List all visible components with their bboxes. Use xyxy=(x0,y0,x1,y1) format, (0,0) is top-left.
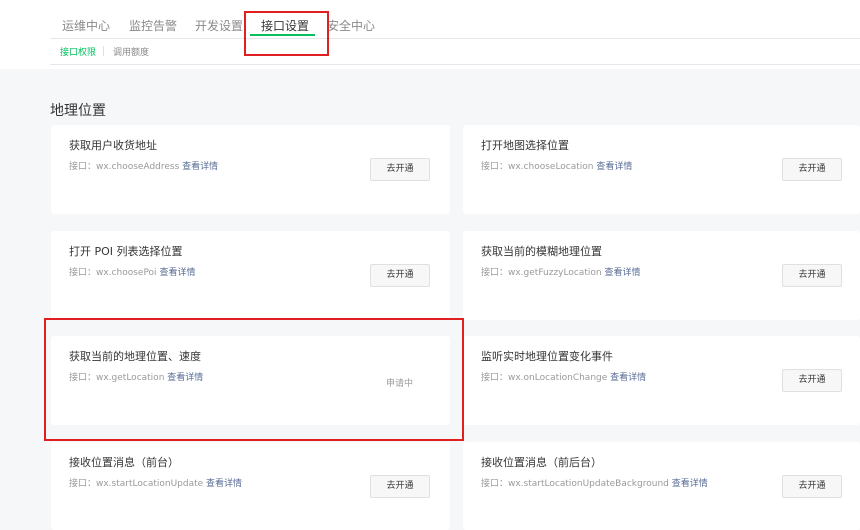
api-name: 接口：wx.startLocationUpdateBackground xyxy=(481,479,669,489)
enable-button[interactable]: 去开通 xyxy=(782,369,842,392)
api-name: 接口：wx.chooseLocation xyxy=(481,162,594,172)
api-interface: 接口：wx.getFuzzyLocation 查看详情 xyxy=(481,265,640,278)
tab-monitoring-alerts[interactable]: 监控告警 xyxy=(129,17,177,34)
api-interface: 接口：wx.chooseAddress 查看详情 xyxy=(69,159,218,172)
subtab-api-permissions[interactable]: 接口权限 xyxy=(60,45,96,58)
subtab-divider xyxy=(103,46,104,56)
enable-button[interactable]: 去开通 xyxy=(782,158,842,181)
api-interface: 接口：wx.choosePoi 查看详情 xyxy=(69,265,195,278)
view-details-link[interactable]: 查看详情 xyxy=(167,373,203,383)
api-card: 接收位置消息（前台） 接口：wx.startLocationUpdate 查看详… xyxy=(51,442,450,530)
enable-button[interactable]: 去开通 xyxy=(782,475,842,498)
tab-security-center[interactable]: 安全中心 xyxy=(327,17,375,34)
tab-dev-settings[interactable]: 开发设置 xyxy=(195,17,243,34)
api-title: 获取当前的模糊地理位置 xyxy=(481,245,602,258)
view-details-link[interactable]: 查看详情 xyxy=(206,479,242,489)
section-title: 地理位置 xyxy=(50,103,106,119)
active-tab-indicator xyxy=(250,34,315,36)
enable-button[interactable]: 去开通 xyxy=(782,264,842,287)
top-navigation: 运维中心 监控告警 开发设置 接口设置 安全中心 接口权限 调用额度 xyxy=(0,0,860,69)
api-card: 接收位置消息（前后台） 接口：wx.startLocationUpdateBac… xyxy=(463,442,860,530)
enable-button[interactable]: 去开通 xyxy=(370,264,430,287)
api-title: 获取用户收货地址 xyxy=(69,139,157,152)
view-details-link[interactable]: 查看详情 xyxy=(182,162,218,172)
tab-api-settings[interactable]: 接口设置 xyxy=(261,17,309,34)
api-title: 打开地图选择位置 xyxy=(481,139,569,152)
main-tabs: 运维中心 监控告警 开发设置 接口设置 安全中心 xyxy=(50,0,860,39)
api-title: 打开 POI 列表选择位置 xyxy=(69,245,183,258)
api-name: 接口：wx.getLocation xyxy=(69,373,165,383)
view-details-link[interactable]: 查看详情 xyxy=(610,373,646,383)
api-title: 接收位置消息（前后台） xyxy=(481,456,602,469)
api-title: 接收位置消息（前台） xyxy=(69,456,179,469)
applying-status: 申请中 xyxy=(386,379,414,389)
api-name: 接口：wx.choosePoi xyxy=(69,268,157,278)
api-card: 获取用户收货地址 接口：wx.chooseAddress 查看详情 去开通 xyxy=(51,125,450,214)
enable-button[interactable]: 去开通 xyxy=(370,475,430,498)
view-details-link[interactable]: 查看详情 xyxy=(672,479,708,489)
api-card: 打开地图选择位置 接口：wx.chooseLocation 查看详情 去开通 xyxy=(463,125,860,214)
api-interface: 接口：wx.startLocationUpdate 查看详情 xyxy=(69,476,242,489)
api-name: 接口：wx.onLocationChange xyxy=(481,373,608,383)
api-card: 打开 POI 列表选择位置 接口：wx.choosePoi 查看详情 去开通 xyxy=(51,231,450,320)
view-details-link[interactable]: 查看详情 xyxy=(604,268,640,278)
api-title: 获取当前的地理位置、速度 xyxy=(69,350,201,363)
api-interface: 接口：wx.chooseLocation 查看详情 xyxy=(481,159,632,172)
api-card: 获取当前的模糊地理位置 接口：wx.getFuzzyLocation 查看详情 … xyxy=(463,231,860,320)
api-card: 获取当前的地理位置、速度 接口：wx.getLocation 查看详情 申请中 xyxy=(51,336,450,425)
api-interface: 接口：wx.startLocationUpdateBackground 查看详情 xyxy=(481,476,708,489)
api-name: 接口：wx.getFuzzyLocation xyxy=(481,268,602,278)
api-name: 接口：wx.chooseAddress xyxy=(69,162,180,172)
api-title: 监听实时地理位置变化事件 xyxy=(481,350,613,363)
api-card: 监听实时地理位置变化事件 接口：wx.onLocationChange 查看详情… xyxy=(463,336,860,425)
subtab-call-quota[interactable]: 调用额度 xyxy=(113,45,149,58)
view-details-link[interactable]: 查看详情 xyxy=(596,162,632,172)
enable-button[interactable]: 去开通 xyxy=(370,158,430,181)
tab-ops-center[interactable]: 运维中心 xyxy=(62,17,110,34)
view-details-link[interactable]: 查看详情 xyxy=(159,268,195,278)
sub-tabs: 接口权限 调用额度 xyxy=(50,38,860,65)
api-interface: 接口：wx.onLocationChange 查看详情 xyxy=(481,370,646,383)
api-name: 接口：wx.startLocationUpdate xyxy=(69,479,204,489)
api-interface: 接口：wx.getLocation 查看详情 xyxy=(69,370,203,383)
